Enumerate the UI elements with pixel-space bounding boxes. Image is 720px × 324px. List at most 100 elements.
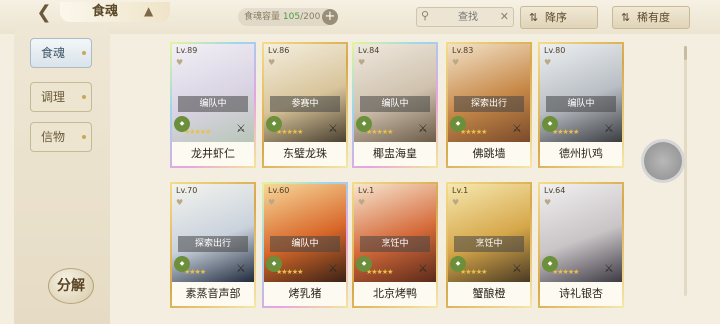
card-level: Lv.64 [544, 186, 566, 195]
grade-badge-icon: ◆ [450, 116, 466, 132]
grade-badge-icon: ◆ [542, 256, 558, 272]
sort-order-label: 降序 [545, 11, 567, 24]
weapon-icon: ⚔ [512, 122, 522, 135]
heart-icon: ♥ [452, 58, 460, 67]
sort-arrows-icon: ⇅ [621, 11, 631, 24]
grade-badge-icon: ◆ [266, 116, 282, 132]
sort-arrows-icon: ⇅ [529, 11, 539, 24]
weapon-icon: ⚔ [418, 122, 428, 135]
card-level: Lv.60 [268, 186, 290, 195]
grade-badge-icon: ◆ [266, 256, 282, 272]
heart-icon: ♥ [176, 198, 184, 207]
capacity-label: 食魂容量 [244, 12, 281, 22]
search-icon: ⚲ [421, 9, 430, 22]
food-soul-card[interactable]: Lv.83 ♥ 探索出行 ◆ ★★★★★ ⚔ 佛跳墙 [446, 42, 532, 168]
card-name: 德州扒鸡 [540, 142, 622, 166]
weapon-icon: ⚔ [418, 262, 428, 275]
food-soul-card[interactable]: Lv.64 ♥ ◆ ★★★★★ ⚔ 诗礼银杏 [538, 182, 624, 308]
clear-icon[interactable]: ✕ [500, 10, 509, 23]
grade-badge-icon: ◆ [356, 256, 372, 272]
capacity-total: /200 [300, 12, 321, 22]
card-status-badge: 编队中 [270, 236, 340, 252]
card-status-badge: 探索出行 [178, 236, 248, 252]
card-name: 龙井虾仁 [172, 142, 254, 166]
capacity-used: 105 [282, 12, 301, 22]
sort-rarity-label: 稀有度 [637, 11, 670, 24]
card-name: 椰盅海皇 [354, 142, 436, 166]
weapon-icon: ⚔ [604, 122, 614, 135]
card-status-badge: 编队中 [360, 96, 430, 112]
card-status-badge: 烹饪中 [360, 236, 430, 252]
card-level: Lv.86 [268, 46, 290, 55]
heart-icon: ♥ [358, 198, 366, 207]
sidebar-tab-label: 调理 [41, 90, 66, 104]
heart-icon: ♥ [544, 198, 552, 207]
heart-icon: ♥ [268, 198, 276, 207]
card-level: Lv.83 [452, 46, 474, 55]
back-arrow-icon[interactable]: ❮ [28, 2, 60, 24]
card-name: 素蒸音声部 [172, 282, 254, 306]
card-name: 烤乳猪 [264, 282, 346, 306]
weapon-icon: ⚔ [328, 262, 338, 275]
card-level: Lv.70 [176, 186, 198, 195]
heart-icon: ♥ [544, 58, 552, 67]
heart-icon: ♥ [452, 198, 460, 207]
food-soul-card[interactable]: Lv.80 ♥ 编队中 ◆ ★★★★★ ⚔ 德州扒鸡 [538, 42, 624, 168]
capacity-display: 食魂容量 105/200 [238, 8, 334, 26]
sidebar-tab-label: 信物 [41, 130, 66, 144]
page-title: 食魂 [60, 2, 170, 22]
sidebar-tab-token[interactable]: 信物 [30, 122, 92, 152]
card-name: 蟹酿橙 [448, 282, 530, 306]
card-level: Lv.80 [544, 46, 566, 55]
weapon-icon: ⚔ [236, 122, 246, 135]
sidebar-tab-food-soul[interactable]: 食魂 [30, 38, 92, 68]
card-status-badge: 烹饪中 [454, 236, 524, 252]
grade-badge-icon: ◆ [356, 116, 372, 132]
floating-assistive-button[interactable] [641, 139, 685, 183]
food-soul-card[interactable]: Lv.1 ♥ 烹饪中 ◆ ★★★★★ ⚔ 北京烤鸭 [352, 182, 438, 308]
tab-dot-icon [82, 95, 86, 99]
sidebar-tab-label: 食魂 [41, 46, 66, 60]
food-soul-card[interactable]: Lv.89 ♥ 编队中 ◆ ★★★★★ ⚔ 龙井虾仁 [170, 42, 256, 168]
food-soul-card[interactable]: Lv.60 ♥ 编队中 ◆ ★★★★★ ⚔ 烤乳猪 [262, 182, 348, 308]
sidebar-tab-conditioning[interactable]: 调理 [30, 82, 92, 112]
sidebar: 食魂 调理 信物 分解 [14, 26, 110, 324]
weapon-icon: ⚔ [236, 262, 246, 275]
food-soul-card[interactable]: Lv.70 ♥ 探索出行 ◆ ★★★★ ⚔ 素蒸音声部 [170, 182, 256, 308]
card-name: 佛跳墙 [448, 142, 530, 166]
card-level: Lv.89 [176, 46, 198, 55]
card-level: Lv.1 [358, 186, 375, 195]
sort-order-button[interactable]: ⇅ 降序 [520, 6, 598, 29]
weapon-icon: ⚔ [328, 122, 338, 135]
weapon-icon: ⚔ [512, 262, 522, 275]
food-soul-card[interactable]: Lv.86 ♥ 参赛中 ◆ ★★★★★ ⚔ 东璧龙珠 [262, 42, 348, 168]
card-name: 东璧龙珠 [264, 142, 346, 166]
sort-rarity-button[interactable]: ⇅ 稀有度 [612, 6, 690, 29]
card-status-badge: 探索出行 [454, 96, 524, 112]
capacity-add-button[interactable]: + [322, 9, 338, 25]
card-name: 诗礼银杏 [540, 282, 622, 306]
scrollbar[interactable] [684, 46, 687, 296]
search-input[interactable] [437, 10, 499, 25]
heart-icon: ♥ [358, 58, 366, 67]
card-status-badge: 参赛中 [270, 96, 340, 112]
heart-icon: ♥ [176, 58, 184, 67]
search-box[interactable]: ⚲ ✕ [416, 7, 514, 27]
weapon-icon: ⚔ [604, 262, 614, 275]
heart-icon: ♥ [268, 58, 276, 67]
food-soul-card[interactable]: Lv.84 ♥ 编队中 ◆ ★★★★★ ⚔ 椰盅海皇 [352, 42, 438, 168]
grade-badge-icon: ◆ [174, 256, 190, 272]
tab-dot-icon [82, 51, 86, 55]
scrollbar-thumb[interactable] [684, 46, 687, 60]
tab-dot-icon [82, 135, 86, 139]
grade-badge-icon: ◆ [542, 116, 558, 132]
decompose-button[interactable]: 分解 [48, 268, 94, 304]
card-status-badge: 编队中 [546, 96, 616, 112]
card-status-badge: 编队中 [178, 96, 248, 112]
card-grid: Lv.89 ♥ 编队中 ◆ ★★★★★ ⚔ 龙井虾仁 Lv.86 ♥ 参赛中 ◆ ★★★★★ ⚔ 东璧龙珠… [112, 34, 682, 324]
food-soul-card[interactable]: Lv.1 ♥ 烹饪中 ◆ ★★★★★ ⚔ 蟹酿橙 [446, 182, 532, 308]
crown-icon: ▲ [144, 4, 154, 18]
grade-badge-icon: ◆ [450, 256, 466, 272]
card-level: Lv.1 [452, 186, 469, 195]
card-level: Lv.84 [358, 46, 380, 55]
